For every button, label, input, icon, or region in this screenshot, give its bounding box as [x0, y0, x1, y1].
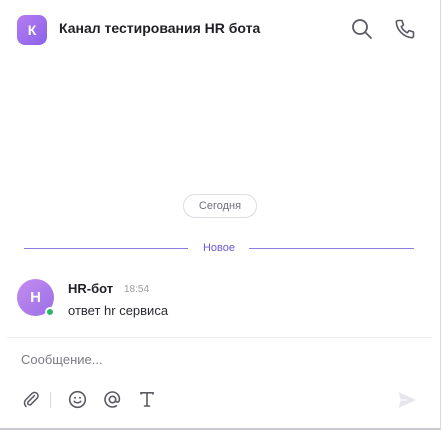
send-button[interactable]	[395, 388, 419, 412]
chat-header: К Канал тестирования HR бота	[0, 0, 441, 58]
new-divider-line-left	[24, 248, 188, 249]
toolbar-separator	[50, 392, 51, 408]
channel-avatar[interactable]: К	[17, 15, 47, 45]
paperclip-icon	[23, 391, 39, 408]
call-button[interactable]	[393, 17, 417, 41]
emoji-icon	[68, 390, 86, 408]
attach-button[interactable]	[20, 388, 42, 410]
chat-window: К Канал тестирования HR бота Сегодня Нов…	[0, 0, 441, 430]
new-divider-line-right	[249, 248, 414, 249]
text-format-icon	[140, 392, 154, 407]
message-composer	[7, 337, 432, 419]
message-timestamp: 18:54	[124, 284, 150, 295]
online-status-indicator	[45, 307, 55, 317]
new-messages-label: Новое	[202, 242, 236, 254]
channel-title[interactable]: Канал тестирования HR бота	[59, 20, 260, 36]
date-separator: Сегодня	[183, 194, 257, 218]
phone-icon	[395, 19, 415, 39]
mention-button[interactable]	[101, 388, 123, 410]
message-input[interactable]	[21, 348, 401, 370]
search-icon	[352, 19, 372, 39]
send-icon	[398, 392, 416, 408]
message-text: ответ hr сервиса	[68, 303, 169, 318]
search-button[interactable]	[350, 17, 374, 41]
mention-icon	[103, 390, 120, 408]
text-format-button[interactable]	[136, 388, 158, 410]
emoji-button[interactable]	[66, 388, 88, 410]
message-author[interactable]: HR-бот	[68, 281, 113, 296]
